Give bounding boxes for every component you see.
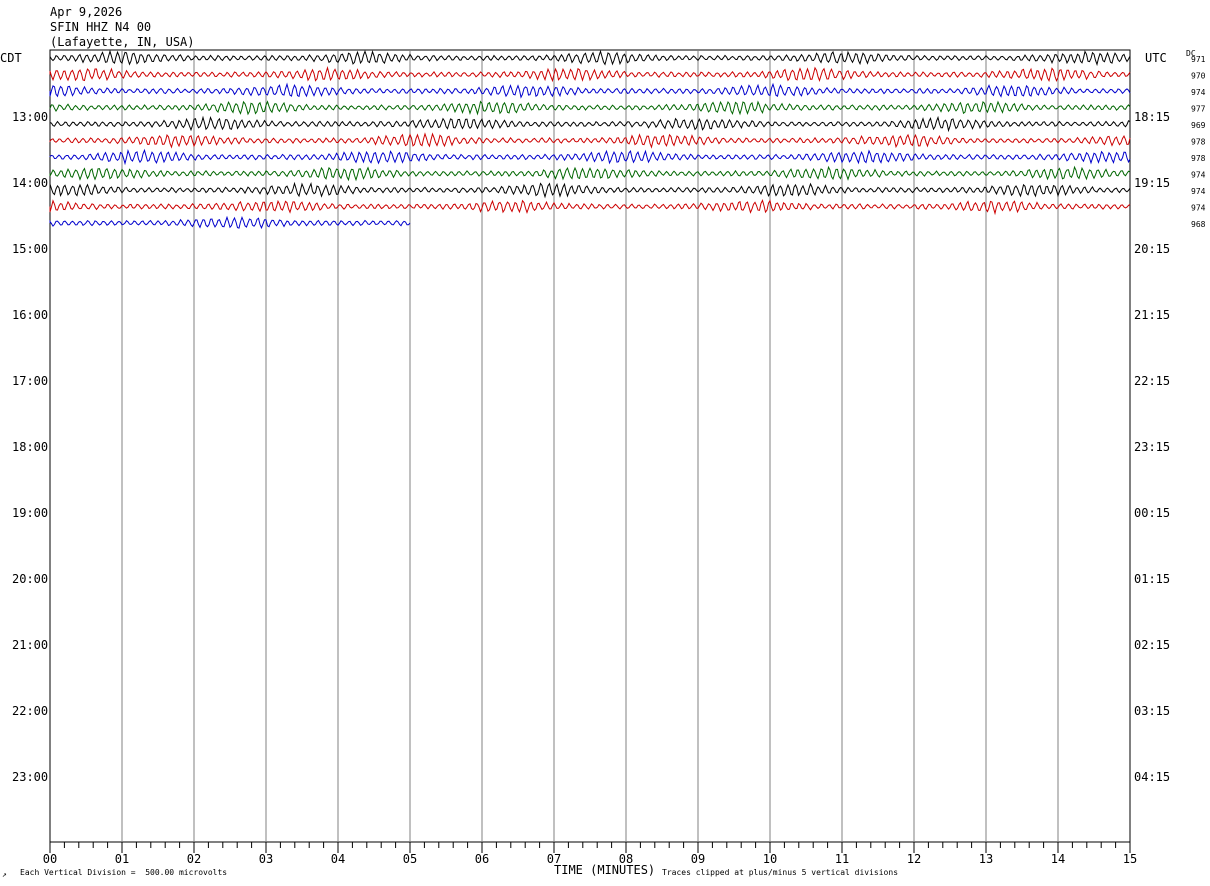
left-hour-label: 20:00 (12, 572, 48, 586)
x-tick-label: 04 (331, 852, 345, 866)
clip-note: Traces clipped at plus/minus 5 vertical … (662, 868, 899, 877)
grid-lines (49, 49, 1131, 853)
x-tick-label: 05 (403, 852, 417, 866)
dc-offset-label: 977 (1191, 105, 1206, 114)
axis-labels: 00 01 02 03 04 05 06 07 08 09 10 11 12 13 14 1513:0014:… (12, 55, 1206, 866)
x-tick-label: 09 (691, 852, 705, 866)
left-hour-label: 16:00 (12, 308, 48, 322)
seismic-trace-row (49, 132, 1131, 149)
right-hour-label: 02:15 (1134, 638, 1170, 652)
x-tick-label: 11 (835, 852, 849, 866)
left-hour-label: 14:00 (12, 176, 48, 190)
x-tick-label: 10 (763, 852, 777, 866)
dc-offset-label: 974 (1191, 204, 1206, 213)
dc-offset-label: 969 (1191, 121, 1206, 130)
vertical-division-note: Each Vertical Division = 500.00 microvol… (20, 868, 228, 877)
right-hour-label: 22:15 (1134, 374, 1170, 388)
corner-mark: ↗ (2, 870, 7, 879)
seismic-trace-row (49, 199, 1131, 216)
right-hour-label: 00:15 (1134, 506, 1170, 520)
x-tick-label: 02 (187, 852, 201, 866)
left-hour-label: 22:00 (12, 704, 48, 718)
right-hour-label: 04:15 (1134, 770, 1170, 784)
dc-offset-label: 978 (1191, 154, 1206, 163)
left-hour-label: 23:00 (12, 770, 48, 784)
right-hour-label: 01:15 (1134, 572, 1170, 586)
seismic-trace-row (49, 100, 1131, 116)
right-hour-label: 03:15 (1134, 704, 1170, 718)
seismic-trace-row (49, 215, 411, 230)
right-hour-label: 20:15 (1134, 242, 1170, 256)
x-tick-label: 06 (475, 852, 489, 866)
x-axis-title: TIME (MINUTES) (554, 863, 656, 877)
left-hour-label: 17:00 (12, 374, 48, 388)
seismic-trace-row (49, 181, 1131, 199)
x-tick-label: 01 (115, 852, 129, 866)
seismic-traces (49, 49, 1131, 230)
dc-offset-label: 974 (1191, 171, 1206, 180)
x-tick-label: 14 (1051, 852, 1065, 866)
left-hour-label: 15:00 (12, 242, 48, 256)
helicorder-chart: 00 01 02 03 04 05 06 07 08 09 10 11 12 13 14 1513:0014:… (12, 49, 1206, 866)
dc-offset-label: 970 (1191, 72, 1206, 81)
seismic-trace-row (49, 49, 1131, 67)
left-hour-label: 18:00 (12, 440, 48, 454)
x-tick-label: 15 (1123, 852, 1137, 866)
dc-offset-label: 974 (1191, 187, 1206, 196)
right-hour-label: 23:15 (1134, 440, 1170, 454)
x-tick-label: 12 (907, 852, 921, 866)
right-hour-label: 21:15 (1134, 308, 1170, 322)
seismic-trace-row (49, 165, 1131, 182)
dc-offset-label: 978 (1191, 138, 1206, 147)
x-tick-label: 00 (43, 852, 57, 866)
seismic-trace-row (49, 82, 1131, 99)
x-tick-label: 03 (259, 852, 273, 866)
dc-offset-label: 971 (1191, 55, 1206, 64)
dc-offset-label: 974 (1191, 88, 1206, 97)
x-tick-label: 13 (979, 852, 993, 866)
dc-offset-label: 968 (1191, 220, 1206, 229)
left-hour-label: 13:00 (12, 110, 48, 124)
right-hour-label: 19:15 (1134, 176, 1170, 190)
left-hour-label: 19:00 (12, 506, 48, 520)
seismic-trace-row (49, 65, 1131, 83)
left-hour-label: 21:00 (12, 638, 48, 652)
seismic-trace-row (49, 148, 1131, 166)
seismic-trace-row (49, 115, 1131, 133)
right-hour-label: 18:15 (1134, 110, 1170, 124)
